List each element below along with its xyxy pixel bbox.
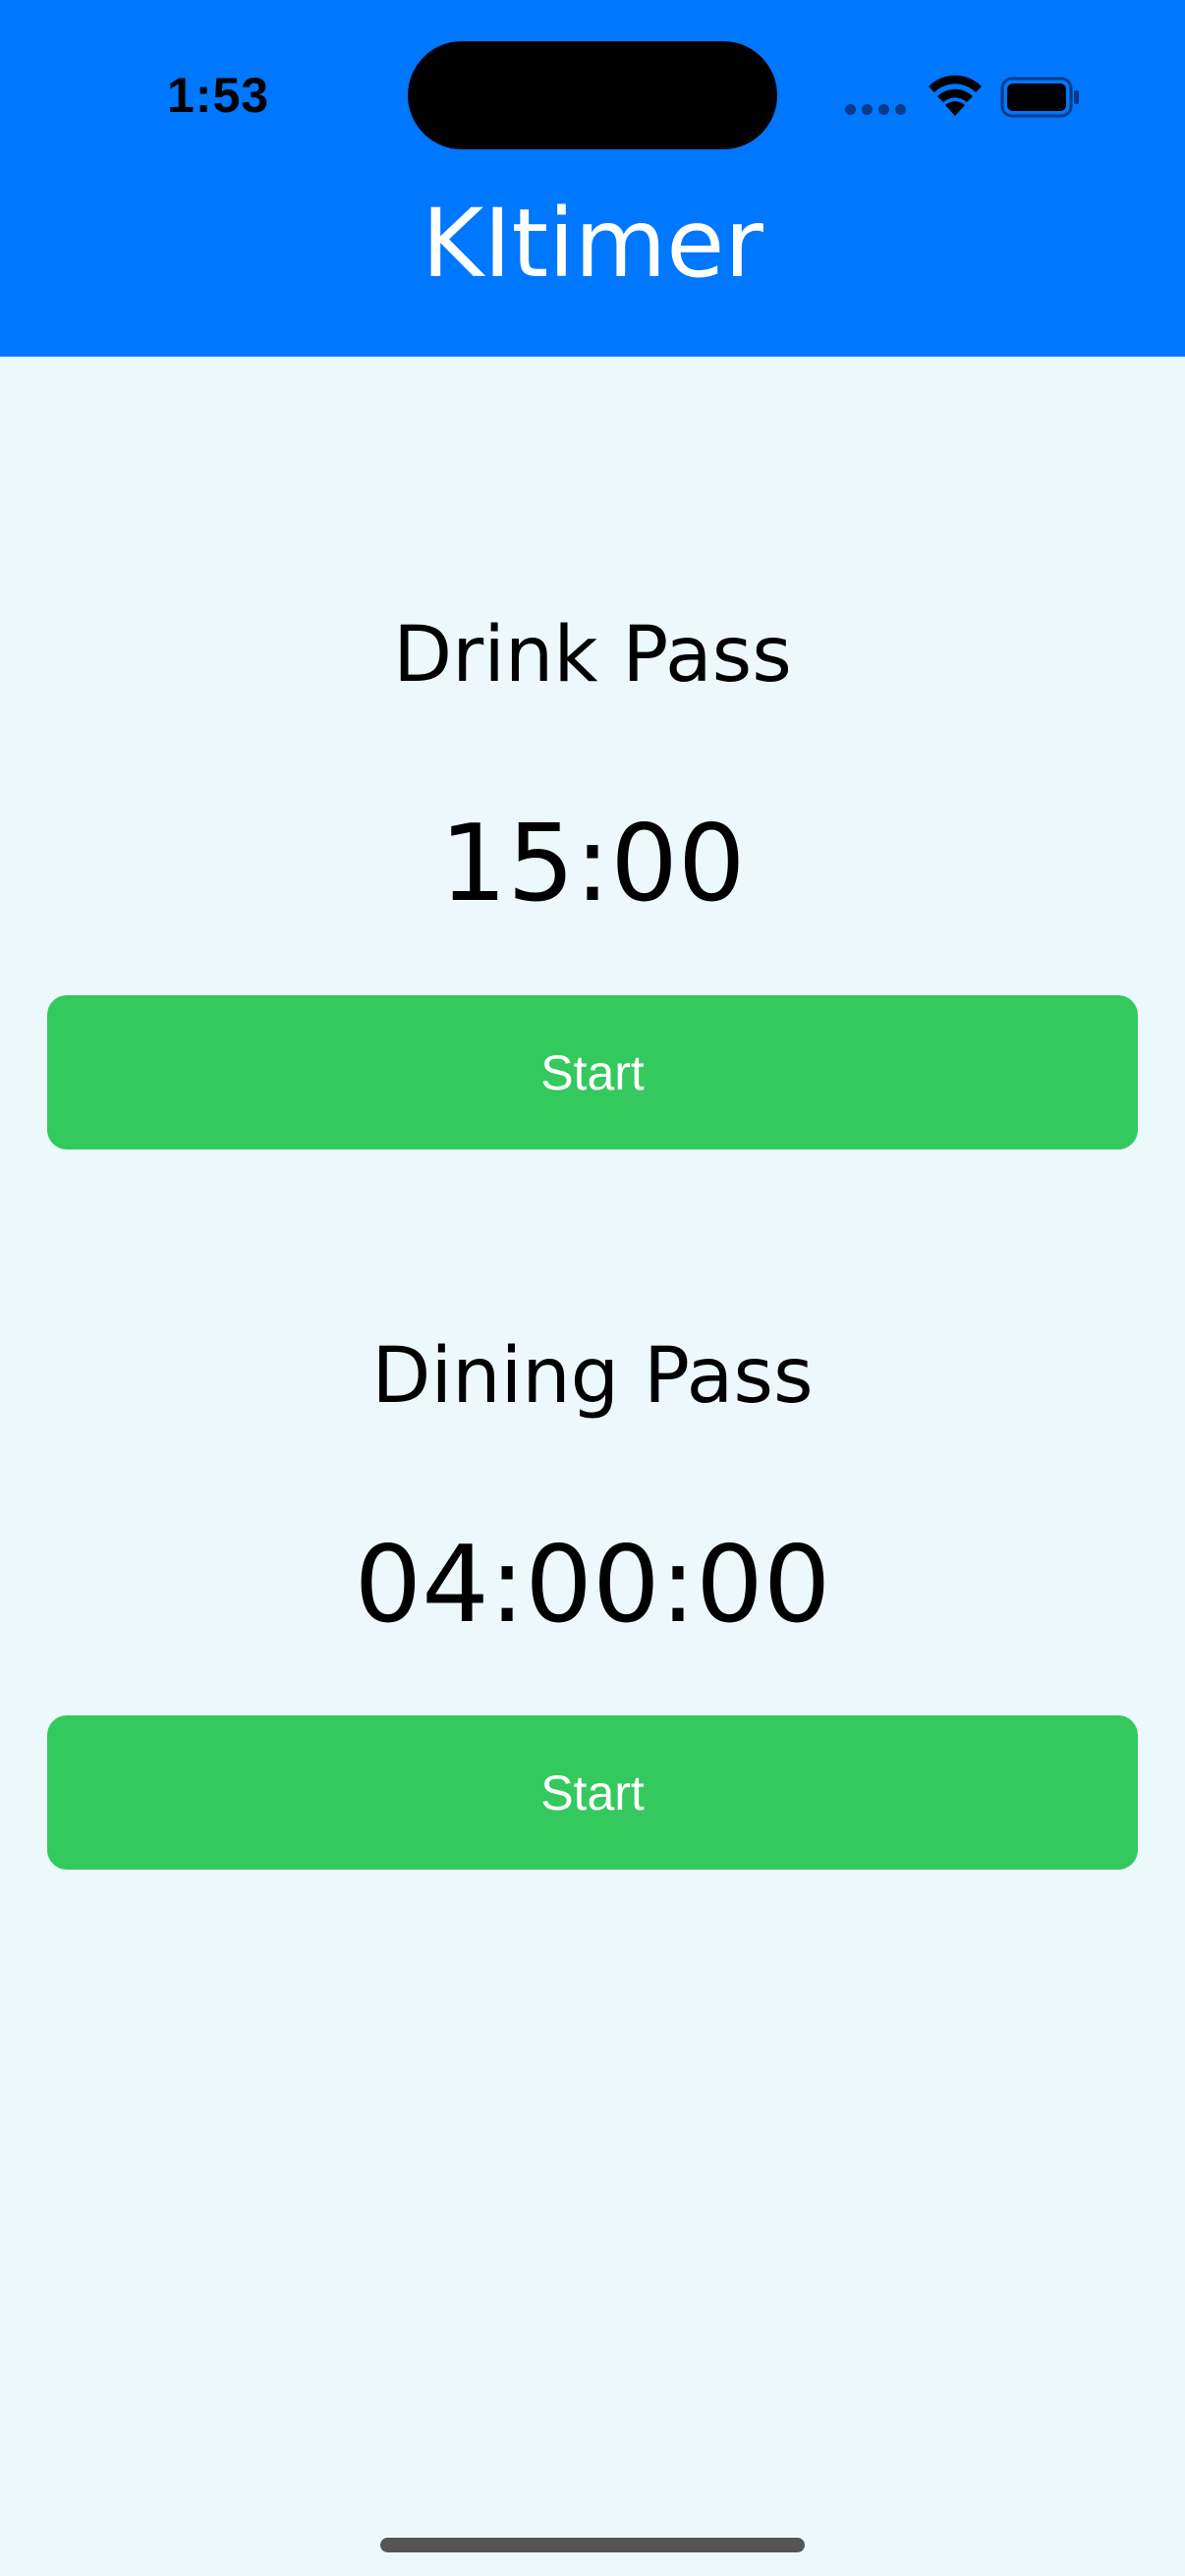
app-header: 1:53 KItimer (0, 0, 1185, 357)
drink-pass-start-button[interactable]: Start (47, 995, 1138, 1149)
battery-icon (1000, 77, 1079, 118)
status-time: 1:53 (167, 68, 270, 123)
dining-pass-title: Dining Pass (371, 1332, 814, 1421)
cellular-signal-icon (845, 104, 906, 115)
start-button-label: Start (540, 1764, 645, 1820)
start-button-label: Start (540, 1044, 645, 1100)
wifi-icon (929, 75, 982, 116)
app-title: KItimer (422, 189, 763, 299)
dining-pass-timer: 04:00:00 (354, 1524, 831, 1647)
dining-pass-start-button[interactable]: Start (47, 1715, 1138, 1870)
status-icons (845, 73, 1081, 122)
drink-pass-title: Drink Pass (393, 611, 792, 700)
dynamic-island (408, 41, 777, 149)
home-indicator (380, 2538, 805, 2552)
drink-pass-timer: 15:00 (439, 803, 746, 925)
